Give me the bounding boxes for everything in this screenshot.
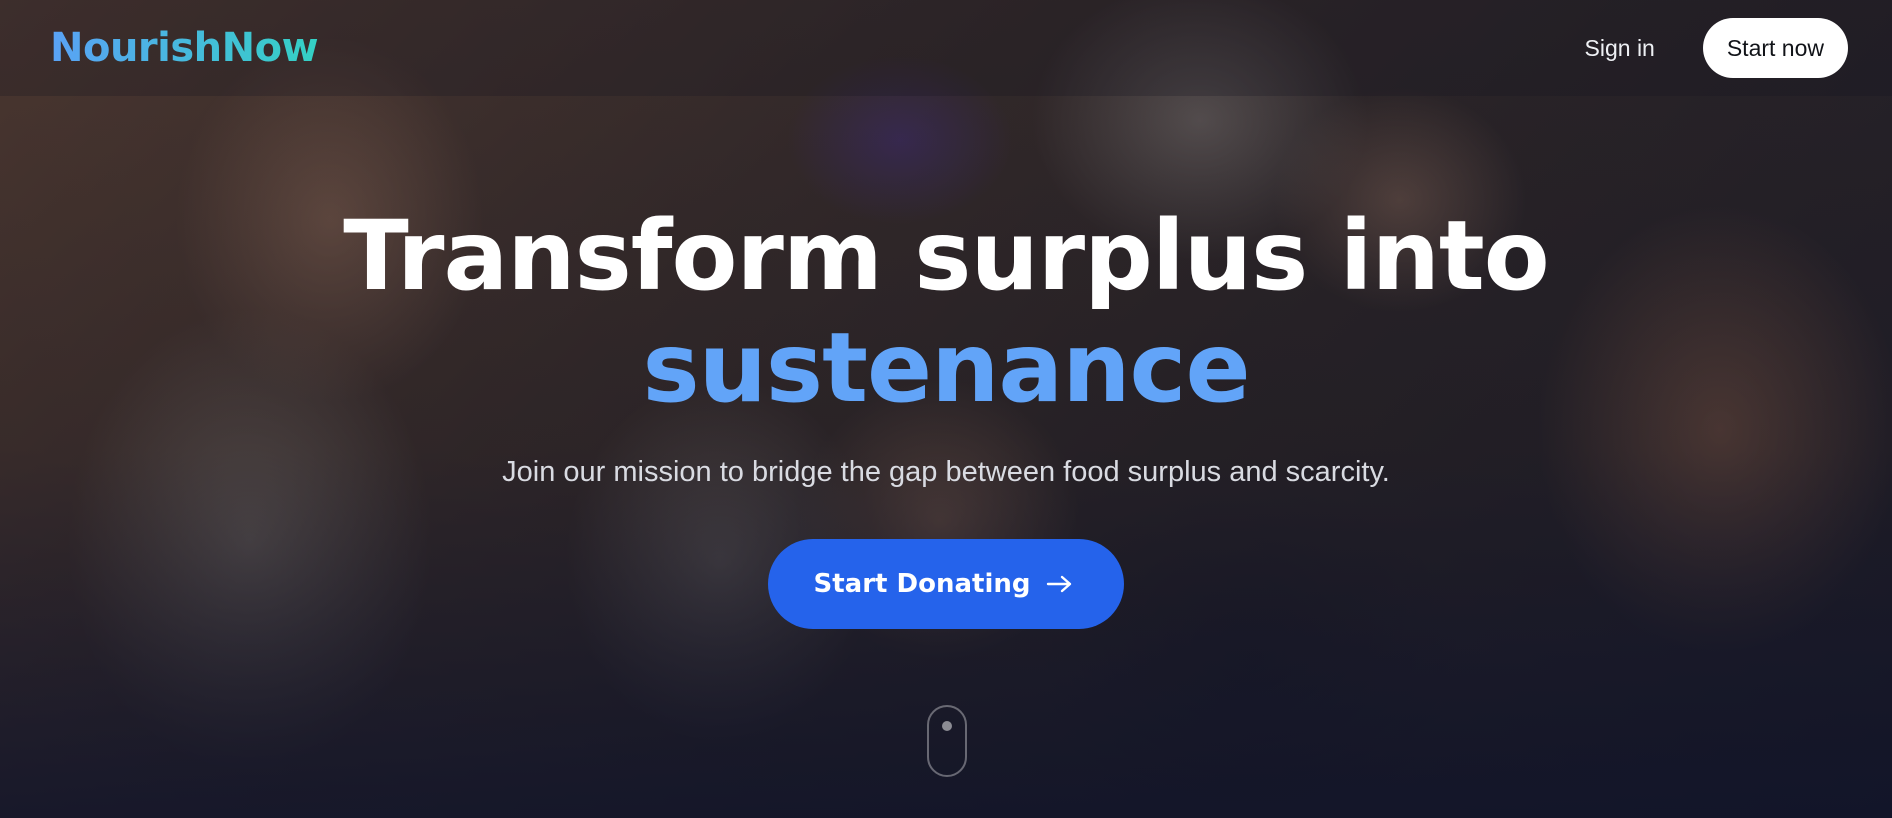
start-now-button[interactable]: Start now: [1702, 18, 1848, 78]
headline-text: Transform surplus into: [343, 200, 1550, 312]
mouse-scroll-icon[interactable]: [927, 705, 967, 777]
headline-accent-text: sustenance: [642, 312, 1250, 424]
logo[interactable]: NourishNow: [50, 25, 319, 71]
nav-actions: Sign in Start now: [1585, 18, 1848, 78]
hero-headline: Transform surplus into sustenance: [0, 200, 1892, 424]
hero-subtitle: Join our mission to bridge the gap betwe…: [502, 456, 1390, 488]
scroll-dot: [942, 721, 952, 731]
start-donating-button[interactable]: Start Donating: [767, 539, 1125, 629]
arrow-right-icon: [1047, 575, 1072, 593]
start-donating-label: Start Donating: [813, 569, 1031, 599]
hero-content: Transform surplus into sustenance Join o…: [0, 200, 1892, 629]
navbar: NourishNow Sign in Start now: [0, 0, 1892, 96]
hero-section: NourishNow Sign in Start now Transform s…: [0, 0, 1892, 818]
sign-in-link[interactable]: Sign in: [1585, 35, 1655, 62]
